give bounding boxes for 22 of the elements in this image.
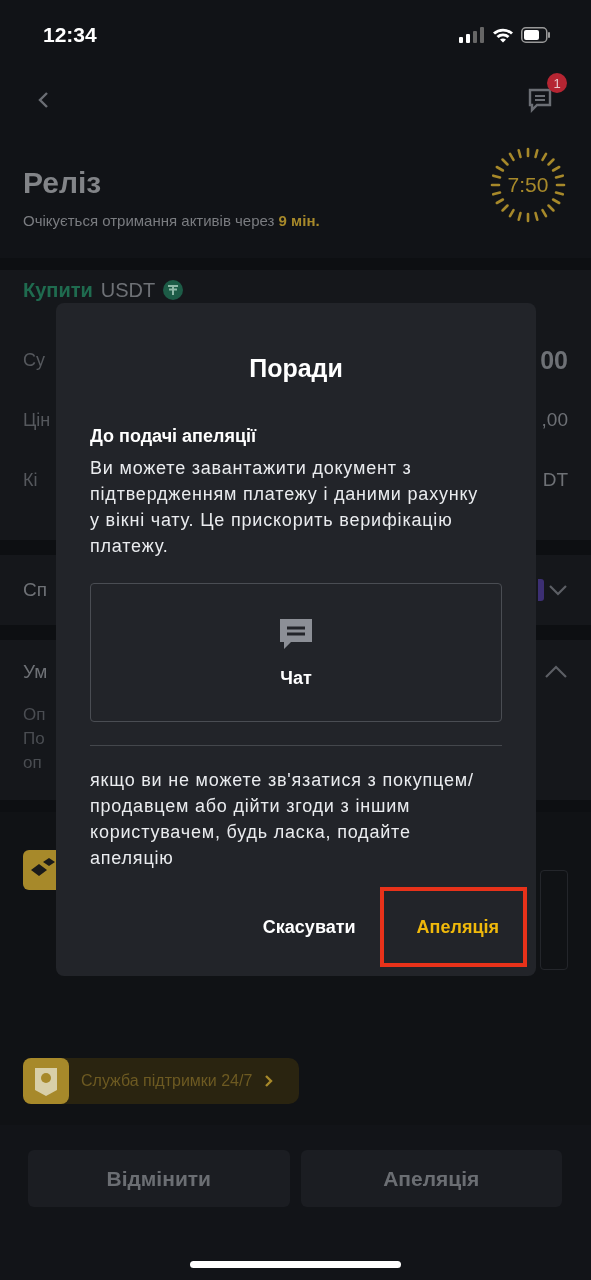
section-label: Сп xyxy=(23,579,47,601)
notification-badge: 1 xyxy=(547,73,567,93)
field-label: Цін xyxy=(23,409,51,431)
dialog-note: якщо ви не можете зв'язатися з покупцем/ продавцем або дійти згоди з іншим користувачем, будь ласка, подайте апеляцію xyxy=(90,769,475,870)
order-side: Купити xyxy=(23,278,93,302)
section-label: Ум xyxy=(23,661,48,683)
field-value: 00 xyxy=(540,345,568,375)
chat-button[interactable]: Чат xyxy=(90,583,502,722)
asset-name: USDT xyxy=(100,278,156,302)
field-label: Су xyxy=(23,349,45,371)
field-label: Кі xyxy=(23,469,38,491)
dialog-heading: До подачі апеляції xyxy=(90,426,258,447)
cancel-button[interactable]: Скасувати xyxy=(248,906,370,948)
appeal-button[interactable]: Апеляція xyxy=(379,887,527,967)
field-value: ,00 xyxy=(541,409,568,431)
dialog-text: Ви можете завантажити документ з підтвердженням платежу і даними рахунку у вікні чату. Це прискорить верифікацію платежу. xyxy=(90,457,480,558)
release-subtitle: Очікується отримання активів через 9 мін. xyxy=(23,211,320,229)
field-value: DT xyxy=(542,469,568,491)
page-title: Реліз xyxy=(23,165,103,200)
countdown-timer: 7:50 xyxy=(488,145,568,225)
status-time: 12:34 xyxy=(43,23,97,47)
dialog-title: Поради xyxy=(249,354,343,383)
